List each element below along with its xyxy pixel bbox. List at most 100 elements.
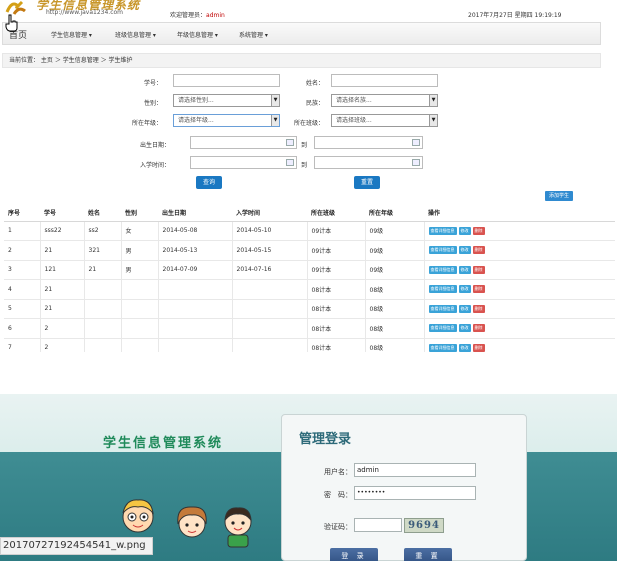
col-header-name: 姓名: [84, 204, 121, 222]
nation-label: 民族：: [305, 100, 324, 107]
captcha-input[interactable]: [354, 518, 402, 532]
nav-home[interactable]: 首页: [5, 14, 28, 41]
current-datetime: 2017年7月27日 星期四 19:19:19: [468, 12, 562, 19]
col-header-enroll: 入学时间: [232, 204, 307, 222]
delete-button[interactable]: 删除: [472, 304, 485, 313]
edit-button[interactable]: 修改: [458, 324, 471, 333]
edit-button[interactable]: 修改: [458, 304, 471, 313]
delete-button[interactable]: 删除: [472, 285, 485, 294]
login-button[interactable]: 登 录: [330, 548, 378, 561]
stu-no-input[interactable]: [173, 74, 280, 87]
enroll-end-input[interactable]: [314, 156, 423, 169]
enroll-start-input[interactable]: [190, 156, 297, 169]
password-label: 密 码：: [324, 491, 352, 499]
nation-select[interactable]: 请选择名族... ▼: [331, 94, 438, 107]
col-header-index: 序号: [4, 204, 40, 222]
calendar-icon[interactable]: [412, 139, 420, 146]
reset-login-button[interactable]: 重 置: [404, 548, 452, 561]
class-select[interactable]: 请选择班级... ▼: [331, 114, 438, 127]
chevron-down-icon: ▼: [429, 115, 437, 126]
table-cell: 6: [4, 318, 41, 339]
gender-select[interactable]: 请选择性别... ▼: [173, 94, 280, 107]
table-cell: 08计本: [307, 318, 366, 339]
nav-grade-menu[interactable]: 年级信息管理 ▾: [177, 30, 218, 39]
table-cell: 09计本: [307, 260, 366, 280]
detail-button[interactable]: 查看详细信息: [428, 226, 457, 235]
welcome-prefix: 欢迎管理员：: [170, 12, 207, 19]
delete-button[interactable]: 删除: [472, 265, 485, 274]
table-cell: [84, 338, 122, 352]
delete-button[interactable]: 删除: [472, 246, 485, 255]
query-button[interactable]: 查询: [196, 176, 222, 189]
table-cell: 2014-05-15: [232, 240, 308, 261]
col-header-grade: 所在年级: [365, 204, 424, 222]
table-cell: [121, 338, 159, 352]
class-select-value: 请选择班级...: [336, 117, 372, 124]
table-cell: 121: [40, 260, 85, 280]
name-input[interactable]: [331, 74, 438, 87]
row-actions: 查看详细信息 修改 删除: [424, 240, 615, 261]
birth-end-input[interactable]: [314, 136, 423, 149]
detail-button[interactable]: 查看详细信息: [428, 304, 457, 313]
row-actions: 查看详细信息 修改 删除: [424, 318, 615, 339]
delete-button[interactable]: 删除: [472, 226, 485, 235]
table-cell: 4: [4, 279, 41, 300]
table-cell: 21: [40, 299, 85, 319]
student-table-body: 1 sss22 ss2 女 2014-05-08 2014-05-10 09计本 09级 查看详…: [4, 221, 615, 352]
nav-class-menu[interactable]: 班级信息管理 ▾: [115, 30, 156, 39]
row-actions: 查看详细信息 修改 删除: [424, 221, 615, 241]
welcome-text: 欢迎管理员：admin: [170, 10, 225, 19]
student-table: 序号 学号 姓名 性别 出生日期 入学时间 所在班级 所在年级 操作 1 sss2…: [4, 204, 615, 352]
detail-button[interactable]: 查看详细信息: [428, 246, 457, 255]
hand-cursor-icon: [5, 14, 18, 32]
birth-start-input[interactable]: [190, 136, 297, 149]
table-row: 4 21 08计本 08级 查看详细信息 修改 删除: [4, 279, 615, 300]
add-student-button[interactable]: 添加学生: [545, 191, 573, 201]
main-navbar: 首页 学生信息管理 ▾ 班级信息管理 ▾ 年级信息管理 ▾ 系统管理 ▾: [2, 14, 601, 45]
stu-no-label: 学号：: [143, 80, 162, 87]
detail-button[interactable]: 查看详细信息: [428, 265, 457, 274]
table-cell: [232, 279, 308, 300]
delete-button[interactable]: 删除: [472, 343, 485, 352]
table-row: 6 2 08计本 08级 查看详细信息 修改 删除: [4, 318, 615, 339]
reset-search-button[interactable]: 重置: [354, 176, 380, 189]
gender-label: 性别：: [143, 100, 162, 107]
edit-button[interactable]: 修改: [458, 285, 471, 294]
breadcrumb: 当前位置： 主页 ＞ 学生信息管理 ＞ 学生维护: [2, 53, 601, 68]
table-cell: 09级: [365, 221, 425, 241]
calendar-icon[interactable]: [412, 159, 420, 166]
detail-button[interactable]: 查看详细信息: [428, 285, 457, 294]
calendar-icon[interactable]: [286, 139, 294, 146]
table-cell: [84, 299, 122, 319]
table-cell: [84, 279, 122, 300]
username-input[interactable]: admin: [354, 463, 476, 477]
table-cell: 08级: [365, 338, 425, 352]
detail-button[interactable]: 查看详细信息: [428, 343, 457, 352]
table-cell: [232, 338, 308, 352]
row-actions: 查看详细信息 修改 删除: [424, 338, 615, 352]
row-actions: 查看详细信息 修改 删除: [424, 299, 615, 319]
nav-system-menu[interactable]: 系统管理 ▾: [239, 30, 268, 39]
password-input[interactable]: ••••••••: [354, 486, 476, 500]
detail-button[interactable]: 查看详细信息: [428, 324, 457, 333]
edit-button[interactable]: 修改: [458, 226, 471, 235]
table-cell: 09级: [365, 240, 425, 261]
nav-home-label: 首页: [9, 31, 28, 41]
table-cell: 2014-05-13: [158, 240, 233, 261]
table-cell: 2: [40, 318, 85, 339]
captcha-image[interactable]: 9694: [404, 518, 444, 533]
col-header-gender: 性别: [121, 204, 158, 222]
edit-button[interactable]: 修改: [458, 246, 471, 255]
edit-button[interactable]: 修改: [458, 265, 471, 274]
row-actions: 查看详细信息 修改 删除: [424, 260, 615, 280]
nav-student-menu[interactable]: 学生信息管理 ▾: [51, 30, 92, 39]
delete-button[interactable]: 删除: [472, 324, 485, 333]
col-header-actions: 操作: [424, 204, 615, 222]
grade-select[interactable]: 请选择年级... ▼: [173, 114, 280, 127]
table-cell: 5: [4, 299, 41, 319]
birth-to-label: 到: [301, 142, 308, 149]
edit-button[interactable]: 修改: [458, 343, 471, 352]
gender-select-value: 请选择性别...: [178, 97, 214, 104]
calendar-icon[interactable]: [286, 159, 294, 166]
birth-label: 出生日期：: [139, 142, 170, 149]
